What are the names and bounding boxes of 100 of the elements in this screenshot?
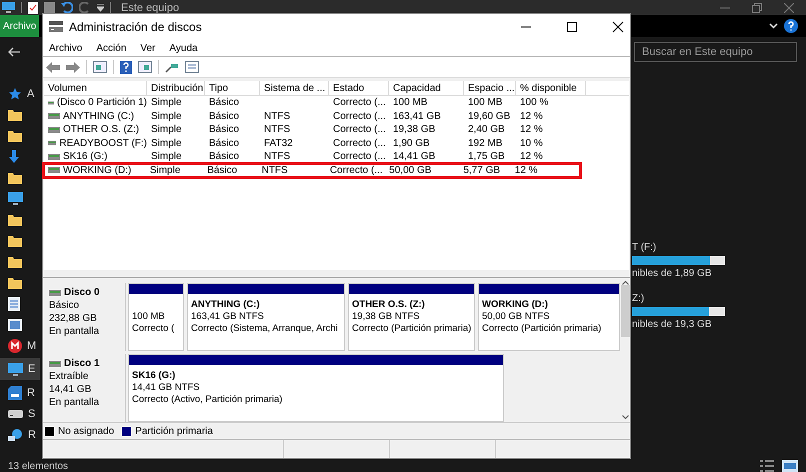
table-row[interactable]: ANYTHING (C:) Simple Básico NTFS Correcto (... 163,41 GB 19,60 GB 12 % — [44, 110, 629, 124]
window-title: Este equipo — [121, 2, 180, 14]
details-view-icon[interactable] — [760, 460, 774, 472]
menu-item[interactable]: Archivo — [49, 43, 82, 54]
partition-block[interactable]: ANYTHING (C:) 163,41 GB NTFS Correcto (Sistema, Arranque, Archi — [187, 283, 345, 352]
folder-icon — [8, 214, 22, 226]
disk-management-icon — [49, 21, 63, 34]
monitor-icon — [8, 362, 23, 376]
table-cell: 2,40 GB — [468, 124, 505, 136]
drive-icon — [48, 126, 60, 133]
table-cell: 12 % — [520, 110, 543, 122]
disk-name: Disco 1 — [64, 358, 100, 370]
search-field[interactable]: Buscar en Este equipo — [634, 42, 797, 62]
file-tab[interactable]: Archivo — [0, 15, 40, 37]
table-cell: Simple — [151, 138, 182, 149]
table-cell: 5,77 GB — [463, 164, 500, 176]
undo-icon[interactable] — [61, 2, 73, 13]
drive-name: T (F:) — [632, 242, 658, 253]
partition-block[interactable]: OTHER O.S. (Z:) 19,38 GB NTFS Correcto (Partición primaria) — [348, 283, 475, 352]
scroll-up-icon[interactable] — [622, 280, 628, 286]
connect-icon[interactable] — [165, 62, 179, 73]
partition-block[interactable]: WORKING (D:) 50,00 GB NTFS Correcto (Partición primaria) — [478, 283, 620, 352]
legend-label: No asignado — [58, 426, 114, 437]
partition-name: SK16 (G:) — [132, 370, 176, 382]
table-cell: Simple — [150, 164, 180, 176]
partition-size: 163,41 GB NTFS — [191, 311, 265, 322]
table-cell: 1,90 GB — [393, 138, 430, 149]
chevron-icon[interactable] — [769, 23, 778, 29]
tiles-view-icon[interactable] — [782, 460, 798, 472]
table-cell: READYBOOST (F:) — [59, 138, 147, 149]
disk-name: Disco 0 — [64, 287, 100, 298]
help-icon[interactable] — [784, 19, 798, 33]
restore-icon[interactable] — [752, 2, 762, 12]
drive-icon — [48, 113, 60, 120]
table-cell: 12 % — [514, 164, 538, 176]
table-cell: 14,41 GB — [393, 151, 436, 162]
table-cell: 12 % — [520, 124, 543, 136]
table-cell: Simple — [151, 151, 182, 162]
nav-item[interactable]: S — [0, 405, 40, 422]
partition-size: 19,38 GB NTFS — [352, 311, 421, 322]
app-icon — [8, 338, 22, 352]
partition-status: Correcto (Partición primaria) — [352, 323, 471, 334]
sd-card-icon — [8, 386, 22, 400]
table-cell: Correcto (... — [333, 97, 386, 108]
table-cell: 12 % — [520, 151, 543, 162]
table-cell: Correcto (... — [333, 110, 386, 122]
dropdown-icon[interactable] — [97, 4, 104, 12]
checklist-icon[interactable] — [28, 2, 38, 14]
table-cell: NTFS — [264, 124, 290, 136]
partition-status: Correcto (Partición primaria) — [482, 323, 602, 334]
table-cell: ANYTHING (C:) — [63, 110, 134, 122]
folder-icon — [8, 256, 22, 268]
scrollbar[interactable] — [620, 278, 630, 422]
drive-icon — [49, 290, 61, 296]
table-row[interactable]: (Disco 0 Partición 1) Simple Básico Correcto (... 100 MB 100 MB 100 % — [44, 96, 629, 110]
table-cell: 10 % — [520, 138, 543, 149]
table-cell: 19,60 GB — [468, 110, 510, 122]
partition-block[interactable]: SK16 (G:) 14,41 GB NTFS Correcto (Activo, Partición primaria) — [128, 354, 504, 422]
list-icon[interactable] — [185, 61, 199, 74]
menu-item[interactable]: Ver — [140, 43, 156, 54]
nav-item[interactable]: R — [0, 384, 40, 401]
table-cell: FAT32 — [264, 138, 293, 149]
partition-name: OTHER O.S. (Z:) — [352, 299, 426, 310]
highlighted-row[interactable]: WORKING (D:) Simple Básico NTFS Correcto (... 50,00 GB 5,77 GB 12 % — [44, 164, 580, 178]
table-row[interactable]: READYBOOST (F:) Simple Básico FAT32 Correcto (... 1,90 GB 192 MB 10 % — [44, 136, 629, 150]
table-cell: Básico — [209, 124, 240, 136]
table-cell: (Disco 0 Partición 1) — [56, 97, 147, 108]
partition-header-bar — [129, 284, 183, 294]
table-cell: 100 MB — [468, 97, 502, 108]
table-row[interactable]: SK16 (G:) Simple Básico NTFS Correcto (... 14,41 GB 1,75 GB 12 % — [44, 150, 629, 164]
table-row[interactable]: OTHER O.S. (Z:) Simple Básico NTFS Correcto (... 19,38 GB 2,40 GB 12 % — [44, 123, 629, 137]
menu-item[interactable]: Ayuda — [169, 43, 198, 54]
drive-icon — [48, 167, 60, 174]
back-arrow-icon[interactable] — [8, 47, 20, 57]
help-icon[interactable] — [120, 60, 132, 74]
nav-item[interactable]: M — [0, 337, 40, 354]
panel-icon[interactable] — [93, 61, 107, 74]
disk-status: En pantalla — [49, 397, 100, 408]
monitor-icon[interactable] — [2, 2, 15, 13]
forward-arrow-icon[interactable] — [66, 62, 80, 73]
panel-icon[interactable] — [138, 61, 152, 74]
table-cell: Correcto (... — [333, 138, 386, 149]
legend-label: Partición primaria — [135, 426, 213, 437]
scroll-down-icon[interactable] — [622, 415, 628, 420]
folder-icon — [8, 108, 22, 120]
nav-item[interactable]: E — [0, 358, 40, 380]
table-cell: 100 % — [520, 97, 548, 108]
partition-block[interactable]: 100 MB Correcto ( — [128, 283, 184, 352]
drive-icon — [49, 360, 61, 367]
folder-icon — [8, 276, 22, 288]
table-cell: WORKING (D:) — [63, 164, 132, 176]
redo-icon[interactable] — [79, 2, 91, 13]
table-cell: 163,41 GB — [393, 110, 441, 122]
menu-item[interactable]: Acción — [96, 43, 126, 54]
table-cell: Básico — [209, 110, 240, 122]
nav-item[interactable]: R — [0, 426, 40, 443]
table-cell: Básico — [209, 97, 240, 108]
nav-item[interactable]: A — [0, 85, 40, 102]
free-space-text: nibles de 1,89 GB — [632, 268, 712, 279]
item-count: 13 elementos — [8, 460, 68, 472]
